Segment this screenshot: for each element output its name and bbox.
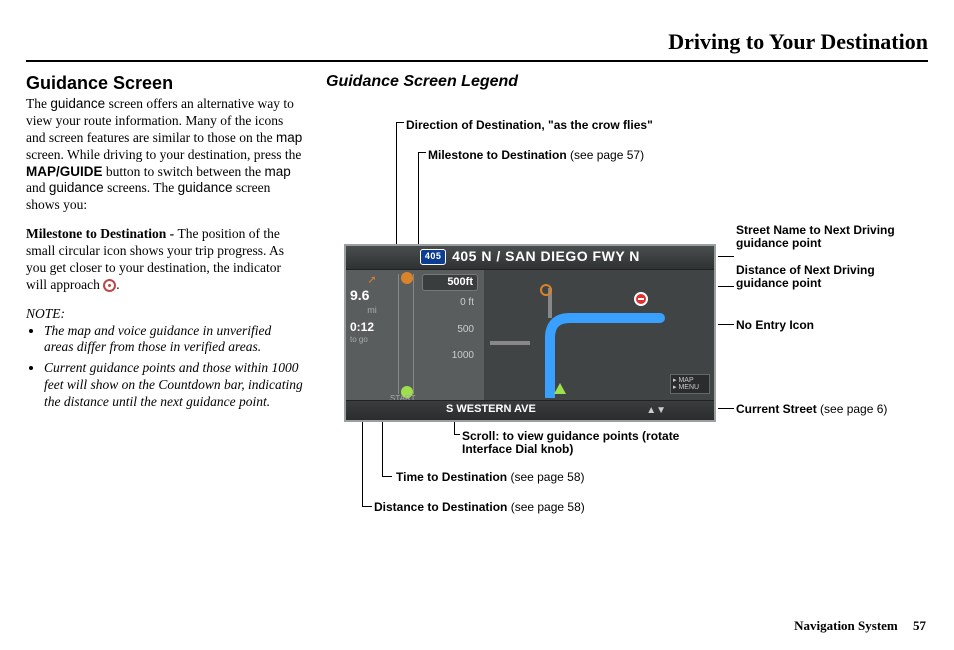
scroll-arrows-icon: ▲▼ xyxy=(646,405,666,418)
milestone-paragraph: Milestone to Destination - The position … xyxy=(26,226,304,294)
distance-unit: mi xyxy=(350,305,394,316)
page-footer: Navigation System 57 xyxy=(794,618,926,634)
label: Current Street xyxy=(736,402,817,416)
callout-scroll: Scroll: to view guidance points (rotate … xyxy=(462,430,692,458)
leader-line xyxy=(362,506,372,507)
page-number: 57 xyxy=(913,618,926,633)
section-heading: Guidance Screen xyxy=(26,72,304,95)
intro-paragraph: The guidance screen offers an alternativ… xyxy=(26,96,304,214)
ref: (see page 58) xyxy=(507,500,584,514)
callout-no-entry: No Entry Icon xyxy=(736,318,814,333)
street-name-bar: 405 405 N / SAN DIEGO FWY N xyxy=(346,246,714,270)
leader-line xyxy=(396,122,404,123)
destination-dot-icon xyxy=(401,272,413,284)
milestone-label: Milestone to Destination - xyxy=(26,226,177,241)
leader-line xyxy=(718,256,734,257)
map-menu-button[interactable]: ▸ MAP ▸ MENU xyxy=(670,374,710,394)
map-btn-line: ▸ MAP xyxy=(673,377,707,384)
left-column: Guidance Screen The guidance screen offe… xyxy=(26,72,304,415)
countdown-tick: 500 xyxy=(422,324,478,337)
label: Milestone to Destination xyxy=(428,148,567,162)
ref: (see page 6) xyxy=(817,402,888,416)
nav-screen: 405 405 N / SAN DIEGO FWY N ➚ 9.6 mi 0:1… xyxy=(344,244,716,422)
leader-line xyxy=(454,434,460,435)
note-item: Current guidance points and those within… xyxy=(44,360,304,411)
countdown-tick: 1000 xyxy=(422,350,478,363)
ref: (see page 58) xyxy=(507,470,584,484)
leader-line xyxy=(396,122,397,262)
callout-current-street: Current Street (see page 6) xyxy=(736,402,887,417)
leader-line xyxy=(718,408,734,409)
leader-line xyxy=(418,152,426,153)
milestone-bar xyxy=(398,274,414,394)
callout-milestone: Milestone to Destination (see page 57) xyxy=(428,148,644,163)
label: Time to Destination xyxy=(396,470,507,484)
guidance-screen-figure: 405 405 N / SAN DIEGO FWY N ➚ 9.6 mi 0:1… xyxy=(344,244,716,422)
notes-list: The map and voice guidance in unverified… xyxy=(26,323,304,411)
word-map: map xyxy=(264,164,290,179)
countdown-box: 500ft xyxy=(422,274,478,292)
interstate-shield-icon: 405 xyxy=(420,249,446,265)
vehicle-position-icon xyxy=(554,383,566,394)
leader-line xyxy=(382,476,392,477)
t: screen. While driving to your destinatio… xyxy=(26,147,301,162)
street-top-text: 405 N / SAN DIEGO FWY N xyxy=(452,248,640,266)
word-map: map xyxy=(276,130,302,145)
distance-value: 9.6 xyxy=(350,287,394,305)
word-guidance: guidance xyxy=(49,180,104,195)
time-value: 0:12 xyxy=(350,320,394,335)
t: and xyxy=(26,180,49,195)
t: The xyxy=(26,96,50,111)
callout-time: Time to Destination (see page 58) xyxy=(396,470,585,485)
legend-title: Guidance Screen Legend xyxy=(326,72,928,92)
left-info-panel: ➚ 9.6 mi 0:12 to go xyxy=(350,274,394,346)
ref: (see page 57) xyxy=(567,148,644,162)
callout-distance: Distance to Destination (see page 58) xyxy=(374,500,585,515)
word-guidance: guidance xyxy=(50,96,105,111)
leader-line xyxy=(454,420,455,434)
footer-label: Navigation System xyxy=(794,618,898,633)
t: screens. The xyxy=(104,180,178,195)
countdown-tick: 0 ft xyxy=(422,297,478,310)
page-header: Driving to Your Destination xyxy=(26,28,928,62)
right-column: Guidance Screen Legend Direction of Dest… xyxy=(326,72,928,415)
destination-circle-icon xyxy=(103,279,116,292)
t: button to switch between the xyxy=(103,164,265,179)
callout-street-name: Street Name to Next Driving guidance poi… xyxy=(736,224,896,252)
destination-marker-icon xyxy=(540,284,552,296)
leader-line xyxy=(718,286,734,287)
map-guide-button-name: MAP/GUIDE xyxy=(26,164,103,179)
route-line xyxy=(490,288,690,398)
no-entry-icon xyxy=(634,292,648,306)
t: . xyxy=(116,277,119,292)
callout-distance-next: Distance of Next Driving guidance point xyxy=(736,264,906,292)
word-guidance: guidance xyxy=(178,180,233,195)
note-label: NOTE: xyxy=(26,306,304,323)
note-item: The map and voice guidance in unverified… xyxy=(44,323,304,357)
countdown-bar: 500ft 0 ft 500 1000 xyxy=(422,274,478,363)
callout-direction: Direction of Destination, "as the crow f… xyxy=(406,118,653,133)
direction-arrow-icon: ➚ xyxy=(367,274,376,286)
content-columns: Guidance Screen The guidance screen offe… xyxy=(26,72,928,415)
label: Distance to Destination xyxy=(374,500,507,514)
menu-btn-line: ▸ MENU xyxy=(673,384,707,391)
time-label: to go xyxy=(350,335,394,345)
current-street-text: S WESTERN AVE xyxy=(446,403,536,417)
current-street-bar: S WESTERN AVE ▲▼ xyxy=(346,400,714,420)
leader-line xyxy=(718,324,734,325)
